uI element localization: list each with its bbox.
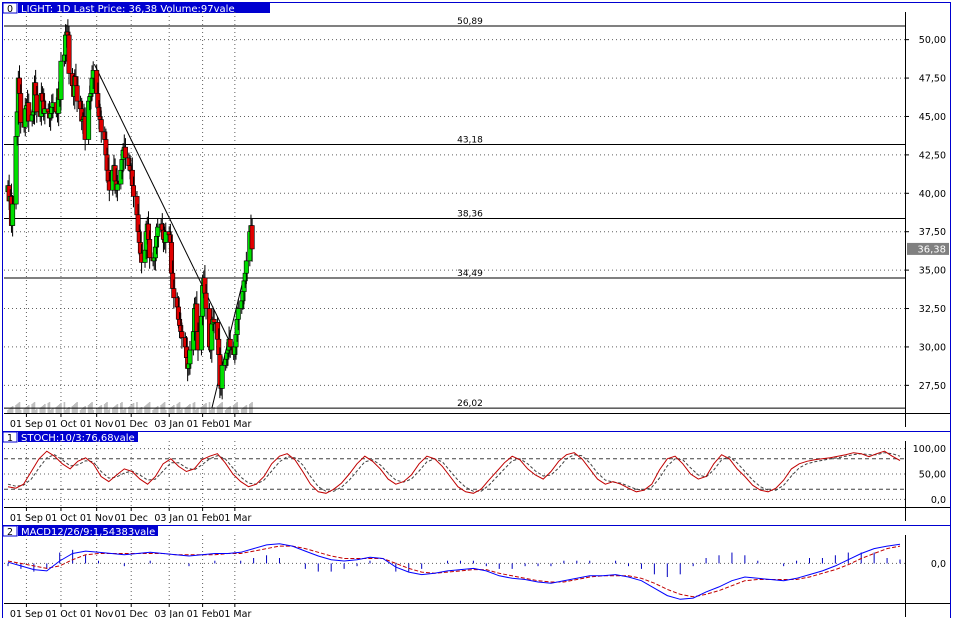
x-tick-label: 01 Dec	[114, 419, 148, 430]
level-label: 34,49	[457, 269, 483, 279]
candle-body	[211, 318, 217, 323]
candle-body	[243, 260, 249, 274]
candle-body	[227, 338, 233, 348]
pane-index-label: 2	[7, 527, 13, 538]
x-tick-label: 01 Feb	[187, 609, 219, 618]
series-line-signal	[7, 545, 901, 598]
y-tick-label: 50,00	[919, 470, 946, 481]
y-tick-label: 100,00	[913, 444, 946, 455]
y-tick-label: 40,00	[919, 189, 946, 200]
volume-bar	[76, 402, 78, 413]
candle-body	[122, 146, 128, 159]
series-line-k	[7, 450, 901, 494]
x-tick-label: 01 Oct	[45, 513, 77, 524]
x-tick-label: 01 Mar	[218, 609, 251, 618]
candle-body	[249, 225, 255, 250]
y-tick-label: 32,50	[919, 304, 946, 315]
volume-bar	[27, 405, 30, 413]
chart-window: 0 LIGHT: 1D Last Price: 36,38 Volume:97va…	[0, 0, 954, 618]
pane-frame	[2, 525, 951, 618]
pane-title: LIGHT: 1D Last Price: 36,38 Volume:97val…	[21, 4, 235, 15]
x-tick-label: 01 Mar	[218, 419, 251, 430]
volume-bar	[148, 402, 151, 413]
x-tick-label: 01 Sep	[10, 513, 43, 524]
candle-body	[13, 136, 19, 205]
y-tick-label: 37,50	[919, 227, 946, 238]
volume-bar	[229, 406, 232, 413]
series-line-macd	[7, 543, 901, 600]
level-label: 50,89	[457, 17, 483, 27]
volume-bar	[108, 409, 111, 413]
x-tick-label: 01 Feb	[187, 419, 219, 430]
volume-bar	[221, 402, 223, 413]
volume-bar	[35, 409, 38, 413]
candle-body	[171, 288, 177, 299]
x-tick-label: 01 Oct	[45, 419, 77, 430]
x-tick-label: 01 Nov	[80, 513, 114, 524]
candle-body	[98, 119, 104, 133]
x-tick-label: 01 Nov	[80, 419, 114, 430]
x-tick-label: 01 Dec	[114, 513, 148, 524]
last-price-tag: 36,38	[917, 244, 946, 255]
volume-bar	[237, 410, 240, 413]
candle-body	[179, 331, 185, 339]
candle-body	[18, 93, 24, 123]
y-tick-label: 0,0	[931, 559, 946, 570]
volume-bar	[11, 406, 14, 413]
x-tick-label: 01 Nov	[80, 609, 114, 618]
volume-bar	[251, 402, 253, 413]
pane-title: STOCH:10/3:76,68vale	[21, 433, 135, 444]
volume-bar	[164, 410, 167, 413]
y-tick-label: 35,00	[919, 266, 946, 277]
volume-bar	[156, 406, 159, 413]
pane-title: MACD12/26/9:1,54383vale	[21, 527, 155, 538]
candle-body	[219, 365, 225, 389]
volume-bar	[84, 406, 86, 413]
y-tick-label: 27,50	[919, 381, 946, 392]
volume-bar	[19, 410, 22, 413]
volume-bar	[52, 408, 54, 413]
x-tick-label: 03 Jan	[154, 609, 184, 618]
x-tick-label: 03 Jan	[154, 419, 184, 430]
chart-canvas: 0 LIGHT: 1D Last Price: 36,38 Volume:97va…	[2, 2, 951, 618]
candle-body	[74, 85, 80, 102]
level-label: 38,36	[457, 209, 483, 219]
level-label: 26,02	[457, 399, 483, 409]
candle-body	[10, 203, 16, 226]
y-tick-label: 45,00	[919, 112, 946, 123]
y-tick-label: 30,00	[919, 342, 946, 353]
candle-body	[203, 292, 209, 309]
x-tick-label: 03 Jan	[154, 513, 184, 524]
candle-body	[235, 308, 241, 320]
candle-body	[58, 60, 64, 100]
candle-body	[66, 34, 72, 74]
x-tick-label: 01 Mar	[218, 513, 251, 524]
x-tick-label: 01 Sep	[10, 419, 43, 430]
level-label: 43,18	[457, 135, 483, 145]
y-tick-label: 50,00	[919, 35, 946, 46]
x-tick-label: 01 Sep	[10, 609, 43, 618]
x-tick-label: 01 Feb	[187, 513, 219, 524]
volume-bar	[181, 409, 183, 413]
volume-bar	[100, 405, 103, 413]
candle-body	[131, 185, 137, 197]
y-tick-label: 42,50	[919, 150, 946, 161]
candle-body	[155, 226, 161, 237]
x-tick-label: 01 Oct	[45, 609, 77, 618]
candle-body	[114, 183, 120, 191]
volume-bar	[245, 405, 248, 413]
volume-bar	[173, 405, 175, 413]
candle-body	[147, 239, 153, 259]
pane-index-label: 0	[7, 4, 13, 15]
candle-body	[187, 349, 193, 365]
pane-index-label: 1	[7, 433, 13, 444]
x-tick-label: 01 Dec	[114, 609, 148, 618]
candle-body	[34, 94, 40, 113]
volume-bar	[124, 408, 127, 413]
volume-bar	[197, 408, 199, 413]
y-tick-label: 47,50	[919, 74, 946, 85]
volume-bar	[92, 410, 95, 413]
y-tick-label: 0,0	[931, 495, 946, 506]
